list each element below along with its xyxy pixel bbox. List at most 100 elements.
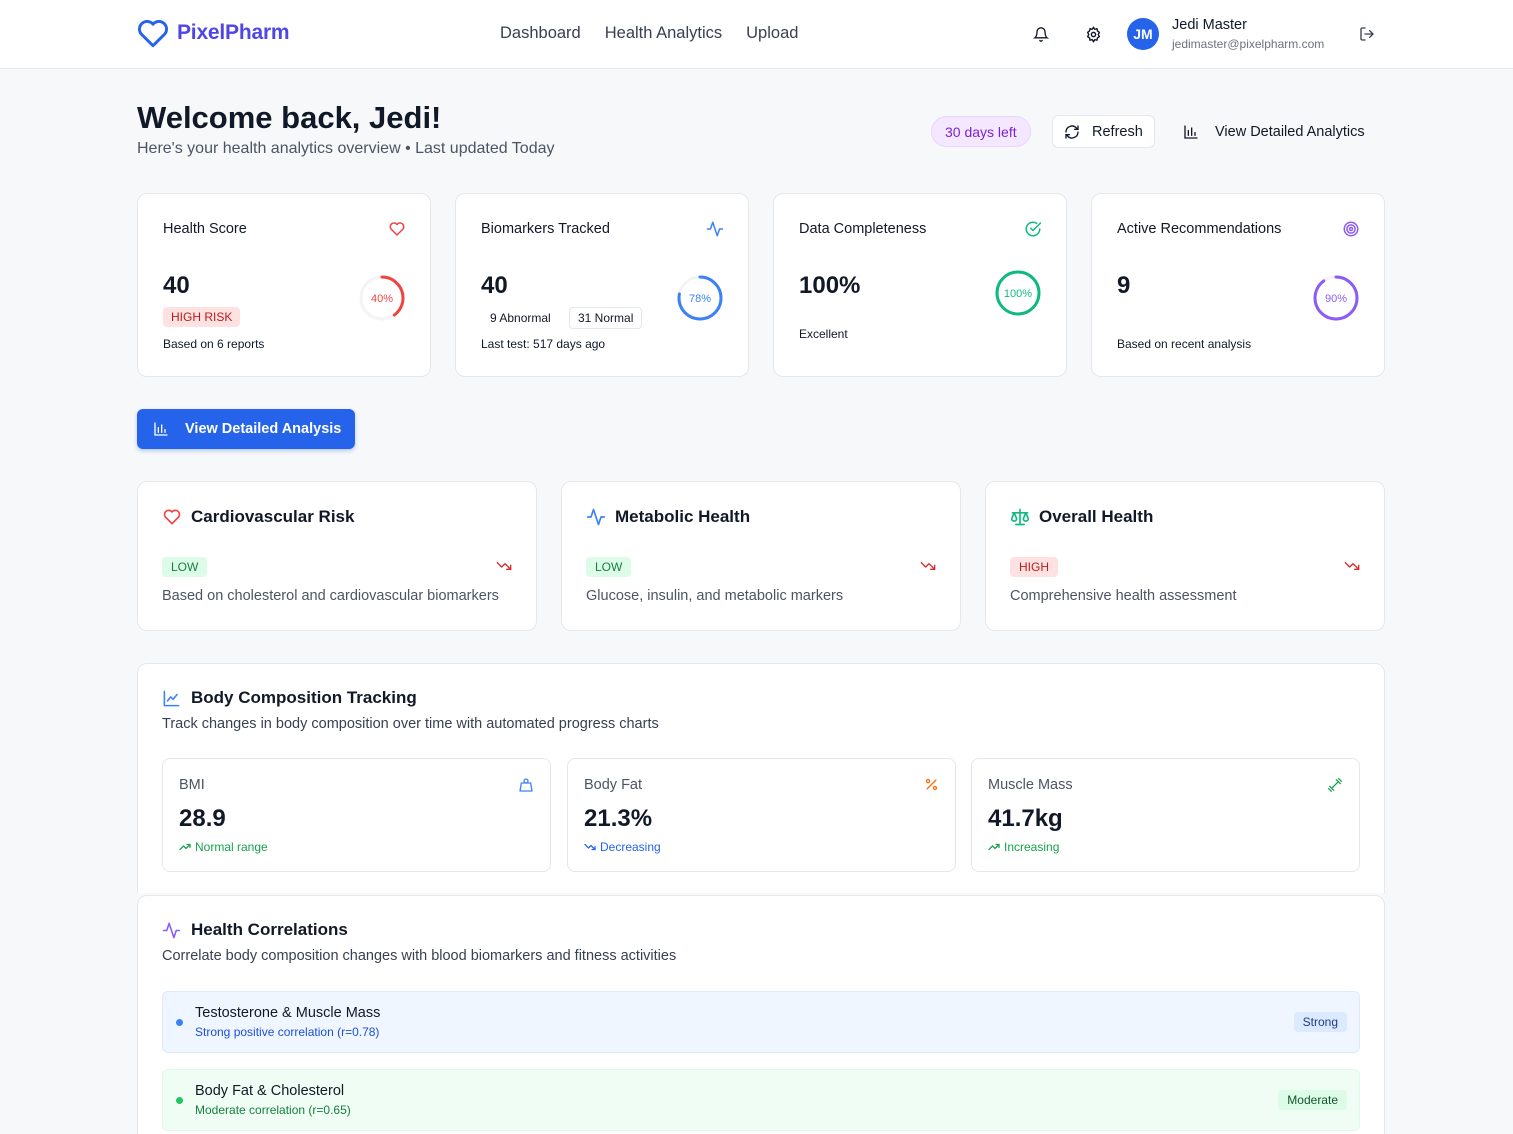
progress-ring: 90% [1313, 275, 1359, 321]
percent-icon [925, 778, 938, 791]
ring-label: 40% [371, 293, 393, 305]
brand-name: PixelPharm [177, 21, 290, 44]
progress-ring: 78% [677, 275, 723, 321]
brand-logo[interactable]: PixelPharm [137, 18, 290, 48]
user-email: jedimaster@pixelpharm.com [1172, 37, 1325, 51]
metric-note-text: Normal range [195, 840, 268, 854]
metric-card-bmi: BMI 28.9 Normal range [162, 758, 551, 872]
correlation-item[interactable]: Body Fat & Cholesterol Moderate correlat… [162, 1069, 1360, 1131]
progress-ring: 40% [359, 275, 405, 321]
heart-icon [389, 222, 405, 236]
refresh-label: Refresh [1092, 123, 1143, 140]
gear-icon[interactable] [1083, 24, 1103, 44]
dumbbell-icon [1328, 778, 1342, 792]
progress-ring: 100% [995, 270, 1041, 316]
trending-up-icon [988, 843, 1000, 851]
risk-description: Based on cholesterol and cardiovascular … [162, 588, 499, 604]
stat-footer: Based on 6 reports [163, 337, 265, 351]
bar-chart-icon [1184, 124, 1198, 139]
status-dot [176, 1019, 183, 1026]
risk-card-cardiovascular[interactable]: Cardiovascular Risk LOW Based on cholest… [137, 481, 537, 631]
stat-card-recommendations: Active Recommendations 9 Based on recent… [1091, 193, 1385, 377]
logout-icon[interactable] [1357, 24, 1377, 44]
top-navigation-bar: PixelPharm Dashboard Health Analytics Up… [0, 0, 1513, 69]
metric-value: 41.7kg [988, 805, 1063, 832]
scale-icon [1010, 508, 1030, 526]
strength-badge: Strong [1293, 1012, 1347, 1032]
risk-title: Overall Health [1039, 507, 1154, 526]
avatar[interactable]: JM [1127, 18, 1159, 50]
trending-down-icon [1344, 562, 1360, 570]
metric-label: Body Fat [584, 777, 643, 793]
refresh-button[interactable]: Refresh [1052, 115, 1155, 148]
risk-title: Metabolic Health [615, 507, 751, 526]
nav-item-upload[interactable]: Upload [746, 24, 798, 43]
nav-item-dashboard[interactable]: Dashboard [500, 24, 581, 43]
status-dot [176, 1097, 183, 1104]
risk-level-badge: LOW [586, 557, 632, 577]
risk-title: Cardiovascular Risk [191, 507, 355, 526]
body-composition-section: Body Composition Tracking Track changes … [137, 663, 1385, 893]
strength-badge: Moderate [1278, 1090, 1347, 1110]
metric-note: Increasing [988, 840, 1059, 854]
trending-down-icon [496, 562, 512, 570]
bell-icon[interactable] [1031, 24, 1051, 44]
activity-icon [586, 508, 606, 526]
target-icon [1343, 221, 1359, 237]
ring-label: 78% [689, 293, 711, 305]
bar-chart-icon [154, 422, 168, 436]
line-chart-icon [163, 690, 180, 706]
risk-description: Glucose, insulin, and metabolic markers [586, 588, 844, 604]
check-circle-icon [1025, 221, 1042, 237]
correlation-item[interactable]: Testosterone & Muscle Mass Strong positi… [162, 991, 1360, 1053]
user-name: Jedi Master [1172, 17, 1247, 33]
metric-value: 21.3% [584, 805, 653, 832]
heart-logo-icon [138, 20, 168, 48]
risk-level-badge: LOW [162, 557, 208, 577]
health-correlations-section: Health Correlations Correlate body compo… [137, 895, 1385, 1134]
stat-title: Data Completeness [799, 221, 927, 237]
stat-card-biomarkers: Biomarkers Tracked 40 9 Abnormal 31 Norm… [455, 193, 749, 377]
risk-card-metabolic[interactable]: Metabolic Health LOW Glucose, insulin, a… [561, 481, 961, 631]
ring-label: 90% [1325, 293, 1347, 305]
section-title: Health Correlations [191, 920, 348, 939]
metric-note: Normal range [179, 840, 268, 854]
correlation-subtitle: Moderate correlation (r=0.65) [195, 1103, 351, 1117]
stat-title: Health Score [163, 221, 247, 237]
activity-icon [706, 221, 724, 237]
metric-card-body-fat: Body Fat 21.3% Decreasing [567, 758, 956, 872]
view-detailed-analytics-button[interactable]: View Detailed Analytics [1172, 115, 1384, 148]
stat-card-health-score: Health Score 40 HIGH RISK Based on 6 rep… [137, 193, 431, 377]
risk-card-overall[interactable]: Overall Health HIGH Comprehensive health… [985, 481, 1385, 631]
metric-value: 28.9 [179, 805, 226, 832]
section-description: Track changes in body composition over t… [162, 716, 659, 732]
stat-footer: Last test: 517 days ago [481, 337, 606, 351]
stat-value: 40 [163, 272, 190, 299]
risk-level-badge: HIGH [1010, 557, 1058, 577]
section-title: Body Composition Tracking [191, 688, 417, 707]
correlation-subtitle: Strong positive correlation (r=0.78) [195, 1025, 380, 1039]
stat-footer: Excellent [799, 327, 848, 341]
abnormal-count-badge: 9 Abnormal [481, 307, 560, 329]
trending-down-icon [584, 843, 596, 851]
correlation-title: Body Fat & Cholesterol [195, 1083, 345, 1099]
metric-note: Decreasing [584, 840, 661, 854]
weight-icon [519, 778, 533, 792]
stat-value: 100% [799, 272, 861, 299]
trial-days-badge: 30 days left [931, 116, 1031, 147]
risk-badge: HIGH RISK [163, 307, 241, 327]
stat-title: Biomarkers Tracked [481, 221, 610, 237]
section-description: Correlate body composition changes with … [162, 948, 677, 964]
view-detailed-analysis-button[interactable]: View Detailed Analysis [137, 409, 355, 449]
view-detailed-analysis-label: View Detailed Analysis [185, 421, 342, 437]
nav-item-health-analytics[interactable]: Health Analytics [605, 24, 722, 43]
page-title: Welcome back, Jedi! [137, 100, 442, 135]
metric-note-text: Decreasing [600, 840, 661, 854]
trending-up-icon [179, 843, 191, 851]
trending-down-icon [920, 562, 936, 570]
refresh-icon [1065, 124, 1079, 139]
metric-card-muscle-mass: Muscle Mass 41.7kg Increasing [971, 758, 1360, 872]
main-nav: Dashboard Health Analytics Upload [500, 24, 798, 43]
ring-label: 100% [1004, 288, 1032, 300]
heart-icon [163, 509, 181, 525]
